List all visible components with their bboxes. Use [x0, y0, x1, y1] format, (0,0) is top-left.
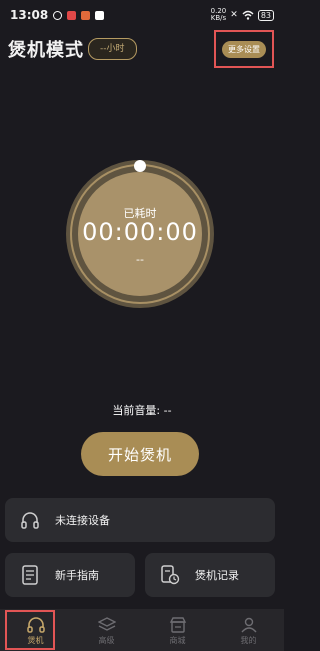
- store-icon: [169, 615, 187, 635]
- more-settings-label: 更多设置: [222, 40, 266, 58]
- headphones-icon: [19, 509, 41, 531]
- status-bar: 13:08 0.20 KB/s ✕ 83: [0, 0, 284, 30]
- profile-icon: [240, 615, 258, 635]
- elapsed-time: 00:00:00: [82, 218, 198, 246]
- status-left: 13:08: [10, 8, 105, 22]
- dial-knob[interactable]: [134, 160, 146, 172]
- burn-in-records-card[interactable]: 煲机记录: [145, 553, 275, 597]
- tab-profile[interactable]: 我的: [213, 609, 284, 651]
- burn-in-records-label: 煲机记录: [195, 569, 239, 582]
- silent-icon: ✕: [230, 10, 238, 20]
- battery-indicator: 83: [257, 9, 274, 21]
- headphones-icon: [26, 615, 45, 635]
- tab-store[interactable]: 商城: [142, 609, 213, 651]
- current-volume: 当前音量: --: [112, 404, 172, 417]
- header: 煲机模式 --小时 更多设置: [0, 30, 284, 68]
- elapsed-sub: --: [136, 253, 144, 266]
- tab-profile-label: 我的: [240, 635, 257, 645]
- notification-app-icon-2: [81, 10, 91, 20]
- tab-advanced-label: 高级: [98, 635, 115, 645]
- tab-advanced[interactable]: 高级: [71, 609, 142, 651]
- more-settings-button[interactable]: 更多设置: [214, 30, 274, 68]
- status-right: 0.20 KB/s ✕ 83: [211, 8, 274, 22]
- beginner-guide-card[interactable]: 新手指南: [5, 553, 135, 597]
- beginner-guide-label: 新手指南: [55, 569, 99, 582]
- document-icon: [19, 564, 41, 586]
- notification-mail-icon: [95, 10, 105, 20]
- burn-in-dial[interactable]: 已耗时 00:00:00 --: [66, 160, 214, 308]
- device-connection-card[interactable]: 未连接设备: [5, 498, 275, 542]
- start-burn-in-button[interactable]: 开始煲机: [81, 432, 199, 476]
- wifi-icon: [242, 10, 254, 20]
- tab-store-label: 商城: [169, 635, 186, 645]
- status-time: 13:08: [10, 8, 49, 22]
- notification-app-icon: [67, 10, 77, 20]
- bottom-tab-bar: 煲机 高级 商城 我的: [0, 609, 284, 651]
- hours-selector[interactable]: --小时: [88, 38, 137, 60]
- network-speed: 0.20 KB/s: [210, 7, 227, 22]
- layers-icon: [97, 615, 116, 635]
- notification-link-icon: [53, 10, 63, 20]
- tab-burn-in-label: 煲机: [27, 635, 44, 645]
- page-title: 煲机模式: [8, 40, 84, 61]
- device-status-label: 未连接设备: [55, 514, 110, 527]
- tab-burn-in[interactable]: 煲机: [0, 609, 71, 651]
- history-icon: [159, 564, 181, 586]
